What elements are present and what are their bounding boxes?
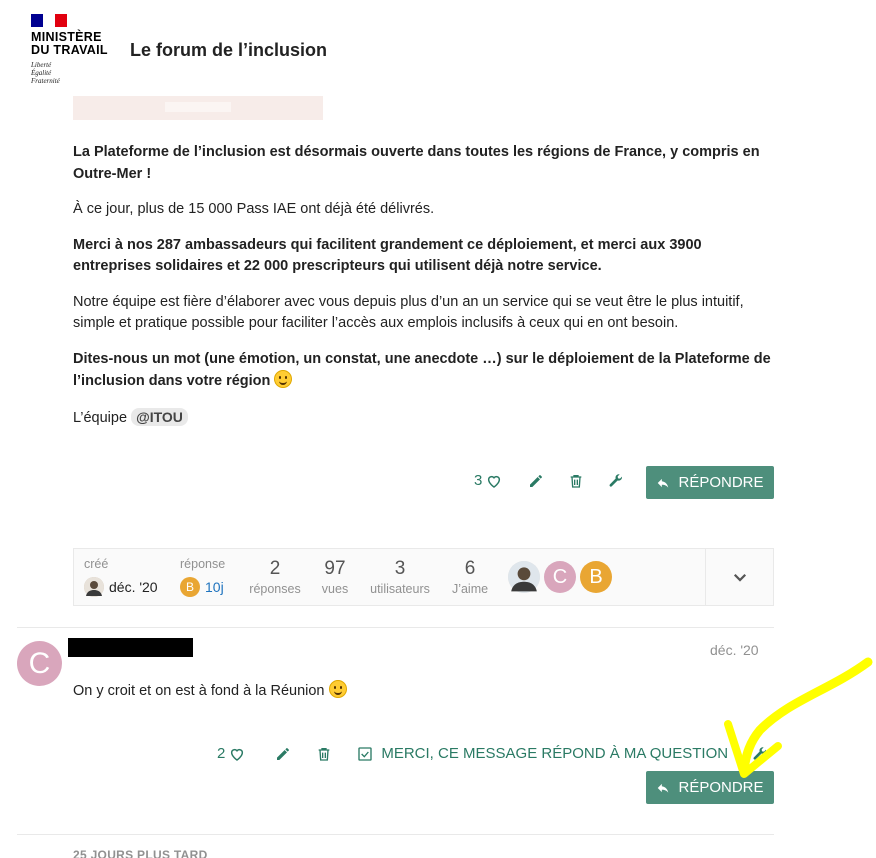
post-actions: 3 xyxy=(474,472,624,489)
accept-solution-button[interactable]: MERCI, CE MESSAGE RÉPOND À MA QUESTION xyxy=(357,745,728,762)
checkbox-icon xyxy=(358,746,373,761)
like-count: 2 xyxy=(217,745,226,762)
reply-button[interactable]: RÉPONDRE xyxy=(646,466,774,499)
site-header: MINISTÈRE DU TRAVAIL Liberté Égalité Fra… xyxy=(0,0,876,96)
ministry-line-2: DU TRAVAIL xyxy=(31,43,108,57)
stat-value: 2 xyxy=(269,558,281,579)
chevron-down-icon xyxy=(733,573,746,582)
ministry-logo[interactable]: MINISTÈRE DU TRAVAIL Liberté Égalité Fra… xyxy=(31,14,121,85)
time-gap-notice: 25 JOURS PLUS TARD xyxy=(73,848,208,858)
trash-icon xyxy=(571,474,582,488)
stat-value: 3 xyxy=(394,558,406,579)
slightly-smiling-face-icon xyxy=(328,680,347,698)
reply-actions: 2 MERCI, CE MESSAGE RÉPOND À MA QUESTION xyxy=(217,745,768,762)
heart-icon xyxy=(231,748,244,761)
created-label: créé xyxy=(84,557,109,571)
participant-avatar[interactable]: C xyxy=(544,561,576,593)
last-reply-age: 10j xyxy=(205,579,224,595)
signature-text: L’équipe xyxy=(73,409,128,426)
trash-icon xyxy=(319,747,330,761)
post-paragraph: Notre équipe est fière d’élaborer avec v… xyxy=(73,293,744,332)
accept-solution-label: MERCI, CE MESSAGE RÉPOND À MA QUESTION xyxy=(381,745,729,762)
site-title[interactable]: Le forum de l’inclusion xyxy=(130,40,327,61)
topic-map: créé déc. '20 réponse B 10j 2 réponses 9… xyxy=(73,548,774,606)
like-button[interactable]: 3 xyxy=(474,472,502,489)
edit-button[interactable] xyxy=(275,746,291,762)
mention-itou[interactable]: @ITOU xyxy=(131,407,188,426)
participant-avatar[interactable]: B xyxy=(580,561,612,593)
stat-users: 3 utilisateurs xyxy=(364,558,436,596)
post-divider xyxy=(17,834,774,835)
reply-body: On y croit et on est à fond à la Réunion xyxy=(73,680,347,699)
reply-text: On y croit et on est à fond à la Réunion xyxy=(73,683,325,699)
creator-avatar xyxy=(84,577,104,597)
wrench-icon xyxy=(609,473,623,487)
user-photo-icon xyxy=(508,561,540,593)
post-question-text: Dites-nous un mot (une émotion, un const… xyxy=(73,350,771,390)
last-reply-avatar: B xyxy=(180,577,200,597)
stat-likes: 6 J’aime xyxy=(442,558,498,596)
delete-button[interactable] xyxy=(568,473,584,489)
delete-button[interactable] xyxy=(316,746,332,762)
topic-created[interactable]: créé déc. '20 xyxy=(84,557,158,597)
stat-label: vues xyxy=(321,582,349,596)
pencil-icon xyxy=(277,747,290,760)
motto-line-1: Liberté xyxy=(31,61,52,69)
participants: C B xyxy=(508,561,612,593)
last-reply-label: réponse xyxy=(180,557,226,571)
slightly-smiling-face-icon xyxy=(274,370,293,388)
edit-button[interactable] xyxy=(528,473,544,489)
motto-line-3: Fraternité xyxy=(31,77,60,85)
post-paragraph: À ce jour, plus de 15 000 Pass IAE ont d… xyxy=(73,201,435,217)
post-signature: L’équipe @ITOU xyxy=(73,407,773,430)
reply-button-label: RÉPONDRE xyxy=(678,474,764,491)
pencil-icon xyxy=(530,474,543,487)
reply-icon xyxy=(658,478,669,488)
topic-last-reply[interactable]: réponse B 10j xyxy=(180,557,225,597)
stat-views: 97 vues xyxy=(308,558,362,596)
redacted-username xyxy=(68,638,193,657)
like-button[interactable]: 2 xyxy=(217,745,245,762)
user-photo-icon xyxy=(84,577,104,597)
ministry-name: MINISTÈRE DU TRAVAIL xyxy=(31,31,121,57)
stat-replies: 2 réponses xyxy=(244,558,306,596)
stat-label: réponses xyxy=(249,582,301,596)
republic-motto: Liberté Égalité Fraternité xyxy=(31,61,121,85)
post-divider xyxy=(17,627,774,628)
reply-author-avatar[interactable]: C xyxy=(17,641,62,686)
expand-topic-map-button[interactable] xyxy=(705,549,773,605)
reply-icon xyxy=(658,783,669,793)
post-paragraph: Dites-nous un mot (une émotion, un const… xyxy=(73,349,773,393)
post-body: La Plateforme de l’inclusion est désorma… xyxy=(73,142,773,443)
french-flag-icon xyxy=(31,14,67,27)
stat-value: 6 xyxy=(464,558,476,579)
heart-icon xyxy=(488,475,501,488)
post-image-fragment xyxy=(73,96,323,120)
created-date: déc. '20 xyxy=(109,579,158,595)
stat-label: J’aime xyxy=(451,582,489,596)
yellow-arrow-annotation xyxy=(724,657,873,778)
participant-avatar[interactable] xyxy=(508,561,540,593)
stat-label: utilisateurs xyxy=(370,582,430,596)
post-paragraph: Merci à nos 287 ambassadeurs qui facilit… xyxy=(73,236,702,275)
post-paragraph: La Plateforme de l’inclusion est désorma… xyxy=(73,144,760,182)
stat-value: 97 xyxy=(324,558,346,579)
motto-line-2: Égalité xyxy=(31,69,52,77)
like-count: 3 xyxy=(474,472,483,489)
admin-button[interactable] xyxy=(608,473,624,489)
